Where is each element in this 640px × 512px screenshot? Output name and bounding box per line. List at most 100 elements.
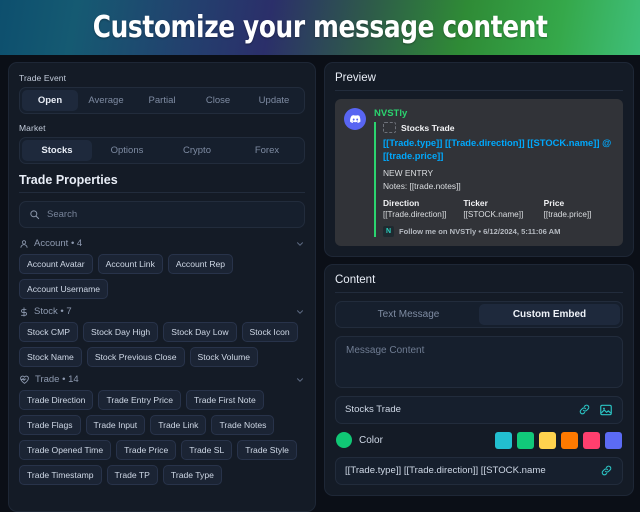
property-groups: Account • 4Account AvatarAccount LinkAcc… (19, 238, 305, 485)
property-chip[interactable]: Trade SL (181, 440, 232, 460)
group-header-trade[interactable]: Trade • 14 (19, 374, 305, 385)
market-option-stocks[interactable]: Stocks (22, 140, 92, 161)
template-title-value[interactable]: [[Trade.type]] [[Trade.direction]] [[STO… (345, 465, 592, 476)
property-chip[interactable]: Trade Entry Price (98, 390, 181, 410)
property-chip[interactable]: Stock Volume (190, 347, 259, 367)
trade-event-option-update[interactable]: Update (246, 90, 302, 111)
message-body: NVSTly Stocks Trade [[Trade.type]] [[Tra… (374, 108, 614, 237)
embed-footer-text: Follow me on NVSTly • 6/12/2024, 5:11:06… (399, 227, 560, 236)
chip-list-account: Account AvatarAccount LinkAccount Rep Acc… (19, 254, 305, 299)
group-header-stock[interactable]: Stock • 7 (19, 306, 305, 317)
property-chip[interactable]: Trade Link (150, 415, 206, 435)
property-chip[interactable]: Stock CMP (19, 322, 78, 342)
embed-field-name: Ticker (463, 198, 533, 208)
tab-custom-embed[interactable]: Custom Embed (479, 304, 620, 325)
search-box[interactable] (19, 201, 305, 228)
trade-event-option-open[interactable]: Open (22, 90, 78, 111)
group-title: Trade • 14 (35, 374, 290, 385)
embed-title: [[Trade.type]] [[Trade.direction]] [[STO… (383, 137, 614, 162)
link-icon[interactable] (578, 403, 591, 416)
app-root: Customize your message content Trade Eve… (0, 0, 640, 512)
color-swatches[interactable] (495, 432, 622, 449)
property-chip[interactable]: Trade Notes (211, 415, 274, 435)
heart-pulse-icon (19, 374, 30, 385)
property-chip[interactable]: Account Avatar (19, 254, 93, 274)
embed-field-value: [[Trade.direction]] (383, 210, 453, 219)
embed-field-value: [[STOCK.name]] (463, 210, 533, 219)
preview-divider (335, 90, 623, 91)
message-content-input[interactable]: Message Content (335, 336, 623, 388)
chip-list-trade: Trade DirectionTrade Entry PriceTrade Fi… (19, 390, 305, 485)
dollar-icon (19, 307, 29, 317)
property-chip[interactable]: Stock Day Low (163, 322, 236, 342)
property-chip[interactable]: Trade Direction (19, 390, 93, 410)
group-header-account[interactable]: Account • 4 (19, 238, 305, 249)
title-divider (19, 192, 305, 193)
trade-event-segmented-control[interactable]: OpenAveragePartialCloseUpdate (19, 87, 305, 114)
property-chip[interactable]: Account Rep (168, 254, 233, 274)
content-title: Content (335, 274, 623, 286)
color-swatch[interactable] (495, 432, 512, 449)
preview-title: Preview (335, 72, 623, 84)
market-option-crypto[interactable]: Crypto (162, 140, 232, 161)
current-color-swatch[interactable] (336, 432, 352, 448)
property-chip[interactable]: Trade Opened Time (19, 440, 111, 460)
color-row: Color (335, 432, 623, 449)
property-chip[interactable]: Trade TP (107, 465, 158, 485)
color-swatch[interactable] (517, 432, 534, 449)
chevron-down-icon[interactable] (295, 375, 305, 385)
avatar (344, 108, 366, 130)
property-chip[interactable]: Trade Input (86, 415, 146, 435)
page-banner: Customize your message content (0, 0, 640, 55)
color-swatch[interactable] (539, 432, 556, 449)
group-title: Stock • 7 (34, 306, 290, 317)
property-chip[interactable]: Stock Icon (242, 322, 298, 342)
content-divider (335, 292, 623, 293)
discord-embed: Stocks Trade [[Trade.type]] [[Trade.dire… (374, 122, 614, 237)
trade-event-option-partial[interactable]: Partial (134, 90, 190, 111)
embed-title-value[interactable]: Stocks Trade (345, 404, 570, 415)
market-segmented-control[interactable]: StocksOptionsCryptoForex (19, 137, 305, 164)
image-icon[interactable] (599, 403, 613, 417)
property-chip[interactable]: Trade Flags (19, 415, 81, 435)
property-chip[interactable]: Trade Type (163, 465, 222, 485)
trade-event-label: Trade Event (19, 73, 305, 83)
color-swatch[interactable] (561, 432, 578, 449)
chevron-down-icon[interactable] (295, 239, 305, 249)
embed-description-line-1: NEW ENTRY (383, 167, 614, 179)
main-body: Trade Event OpenAveragePartialCloseUpdat… (0, 55, 640, 512)
color-label: Color (359, 435, 488, 446)
property-chip[interactable]: Trade Style (237, 440, 297, 460)
market-option-forex[interactable]: Forex (232, 140, 302, 161)
tab-text-message[interactable]: Text Message (338, 304, 479, 325)
embed-field-name: Price (544, 198, 614, 208)
market-option-options[interactable]: Options (92, 140, 162, 161)
trade-event-option-average[interactable]: Average (78, 90, 134, 111)
link-icon[interactable] (600, 464, 613, 477)
content-tabs[interactable]: Text MessageCustom Embed (335, 301, 623, 328)
embed-fields: Direction [[Trade.direction]] Ticker [[STOC… (383, 198, 614, 219)
embed-field-name: Direction (383, 198, 453, 208)
property-chip[interactable]: Stock Day High (83, 322, 158, 342)
trade-event-option-close[interactable]: Close (190, 90, 246, 111)
color-swatch[interactable] (583, 432, 600, 449)
template-title-row[interactable]: [[Trade.type]] [[Trade.direction]] [[STO… (335, 457, 623, 485)
property-chip[interactable]: Account Link (98, 254, 163, 274)
property-chip[interactable]: Trade Timestamp (19, 465, 102, 485)
property-chip[interactable]: Trade Price (116, 440, 176, 460)
property-chip[interactable]: Stock Name (19, 347, 82, 367)
chip-list-stock: Stock CMPStock Day HighStock Day Low Stoc… (19, 322, 305, 367)
discord-message-preview: NVSTly Stocks Trade [[Trade.type]] [[Tra… (335, 99, 623, 246)
search-input[interactable] (47, 209, 295, 220)
chevron-down-icon[interactable] (295, 307, 305, 317)
embed-author-name: Stocks Trade (401, 123, 455, 133)
color-swatch[interactable] (605, 432, 622, 449)
embed-title-row[interactable]: Stocks Trade (335, 396, 623, 424)
nvstly-logo-icon: N (383, 226, 394, 237)
property-chip[interactable]: Account Username (19, 279, 108, 299)
trade-properties-panel: Trade Event OpenAveragePartialCloseUpdat… (8, 62, 316, 512)
content-card: Content Text MessageCustom Embed Message… (324, 264, 634, 496)
property-chip[interactable]: Stock Previous Close (87, 347, 185, 367)
preview-card: Preview NVSTly Stocks Trade (324, 62, 634, 257)
property-chip[interactable]: Trade First Note (186, 390, 264, 410)
